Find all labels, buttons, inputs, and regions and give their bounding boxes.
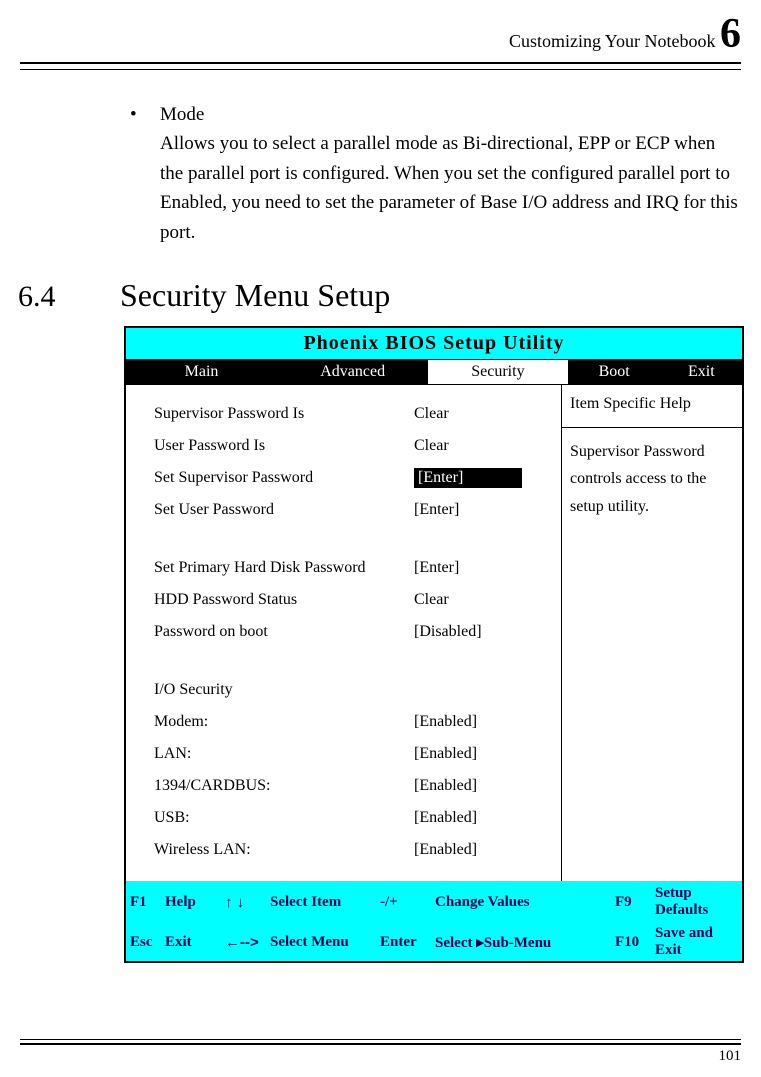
bullet-description: Allows you to select a parallel mode as …: [160, 129, 741, 247]
field-usb[interactable]: USB: [Enabled]: [154, 807, 561, 829]
field-value: [Enabled]: [414, 809, 514, 827]
field-label: HDD Password Status: [154, 591, 414, 609]
body-text-block: • Mode Allows you to select a parallel m…: [130, 100, 741, 247]
field-value: [Enter]: [414, 559, 514, 577]
key-select-item: Select Item: [270, 894, 380, 911]
tab-advanced[interactable]: Advanced: [277, 360, 428, 384]
io-security-heading: I/O Security: [154, 679, 561, 701]
field-label: Supervisor Password Is: [154, 405, 414, 423]
field-value: [Enabled]: [414, 841, 514, 859]
field-value: [Enabled]: [414, 713, 514, 731]
field-label: Password on boot: [154, 623, 414, 641]
key-change-values: Change Values: [435, 894, 615, 911]
key-select-menu: Select Menu: [270, 934, 380, 951]
field-wireless-lan[interactable]: Wireless LAN: [Enabled]: [154, 839, 561, 861]
key-save-exit: Save and Exit: [655, 925, 736, 959]
field-user-pw-is[interactable]: User Password Is Clear: [154, 435, 561, 457]
header-rule: [20, 68, 741, 70]
chapter-number: 6: [720, 11, 741, 57]
field-value: [Enabled]: [414, 777, 514, 795]
help-body: Supervisor Password controls access to t…: [562, 428, 742, 530]
key-plusminus: -/+: [380, 894, 435, 911]
field-value-selected: [Enter]: [414, 468, 522, 488]
key-setup-defaults: Setup Defaults: [655, 885, 736, 919]
bios-left-panel: Supervisor Password Is Clear User Passwo…: [126, 385, 562, 881]
field-value: Clear: [414, 437, 514, 455]
bios-setup-box: Phoenix BIOS Setup Utility Main Advanced…: [124, 326, 744, 963]
key-f9: F9: [615, 894, 655, 911]
field-lan[interactable]: LAN: [Enabled]: [154, 743, 561, 765]
bios-menu-bar: Main Advanced Security Boot Exit: [126, 360, 742, 384]
field-label: 1394/CARDBUS:: [154, 777, 414, 795]
leftright-arrow-icon: ←-->: [225, 934, 270, 951]
page-footer: 101: [20, 1039, 741, 1065]
field-set-supervisor-pw[interactable]: Set Supervisor Password [Enter]: [154, 467, 561, 489]
field-set-user-pw[interactable]: Set User Password [Enter]: [154, 499, 561, 521]
key-enter: Enter: [380, 934, 435, 951]
tab-main[interactable]: Main: [126, 360, 277, 384]
tab-exit[interactable]: Exit: [661, 360, 742, 384]
key-esc: Esc: [130, 934, 165, 951]
field-value: Clear: [414, 591, 514, 609]
bios-key-bar: F1 Help ↑ ↓ Select Item -/+ Change Value…: [126, 881, 742, 961]
field-password-on-boot[interactable]: Password on boot [Disabled]: [154, 621, 561, 643]
key-f1: F1: [130, 894, 165, 911]
page-header: Customizing Your Notebook 6: [20, 10, 741, 64]
bios-title: Phoenix BIOS Setup Utility: [126, 328, 742, 360]
section-heading: 6.4Security Menu Setup: [20, 277, 741, 314]
key-exit: Exit: [165, 934, 225, 951]
field-label: I/O Security: [154, 681, 414, 699]
section-title: Security Menu Setup: [120, 277, 390, 313]
field-label: Set User Password: [154, 501, 414, 519]
help-title: Item Specific Help: [562, 385, 742, 428]
field-value: [Disabled]: [414, 623, 514, 641]
key-help: Help: [165, 894, 225, 911]
field-label: Set Supervisor Password: [154, 469, 414, 487]
tab-boot[interactable]: Boot: [568, 360, 661, 384]
key-select-sub: Select ▸Sub-Menu: [435, 933, 615, 952]
tab-security[interactable]: Security: [428, 360, 567, 384]
field-label: Modem:: [154, 713, 414, 731]
field-label: User Password Is: [154, 437, 414, 455]
field-supervisor-pw-is[interactable]: Supervisor Password Is Clear: [154, 403, 561, 425]
field-value: [Enabled]: [414, 745, 514, 763]
section-number: 6.4: [18, 280, 120, 314]
field-label: Wireless LAN:: [154, 841, 414, 859]
header-title: Customizing Your Notebook: [509, 31, 716, 51]
page-number: 101: [20, 1048, 741, 1065]
key-f10: F10: [615, 934, 655, 951]
field-label: LAN:: [154, 745, 414, 763]
bullet-dot: •: [130, 100, 160, 247]
field-set-primary-hdd-pw[interactable]: Set Primary Hard Disk Password [Enter]: [154, 557, 561, 579]
field-1394-cardbus[interactable]: 1394/CARDBUS: [Enabled]: [154, 775, 561, 797]
field-label: USB:: [154, 809, 414, 827]
field-label: Set Primary Hard Disk Password: [154, 559, 414, 577]
field-modem[interactable]: Modem: [Enabled]: [154, 711, 561, 733]
bullet-label: Mode: [160, 100, 741, 129]
field-value: Clear: [414, 405, 514, 423]
updown-arrow-icon: ↑ ↓: [225, 894, 270, 911]
bios-help-panel: Item Specific Help Supervisor Password c…: [562, 385, 742, 881]
field-value: [Enter]: [414, 501, 514, 519]
field-hdd-pw-status[interactable]: HDD Password Status Clear: [154, 589, 561, 611]
